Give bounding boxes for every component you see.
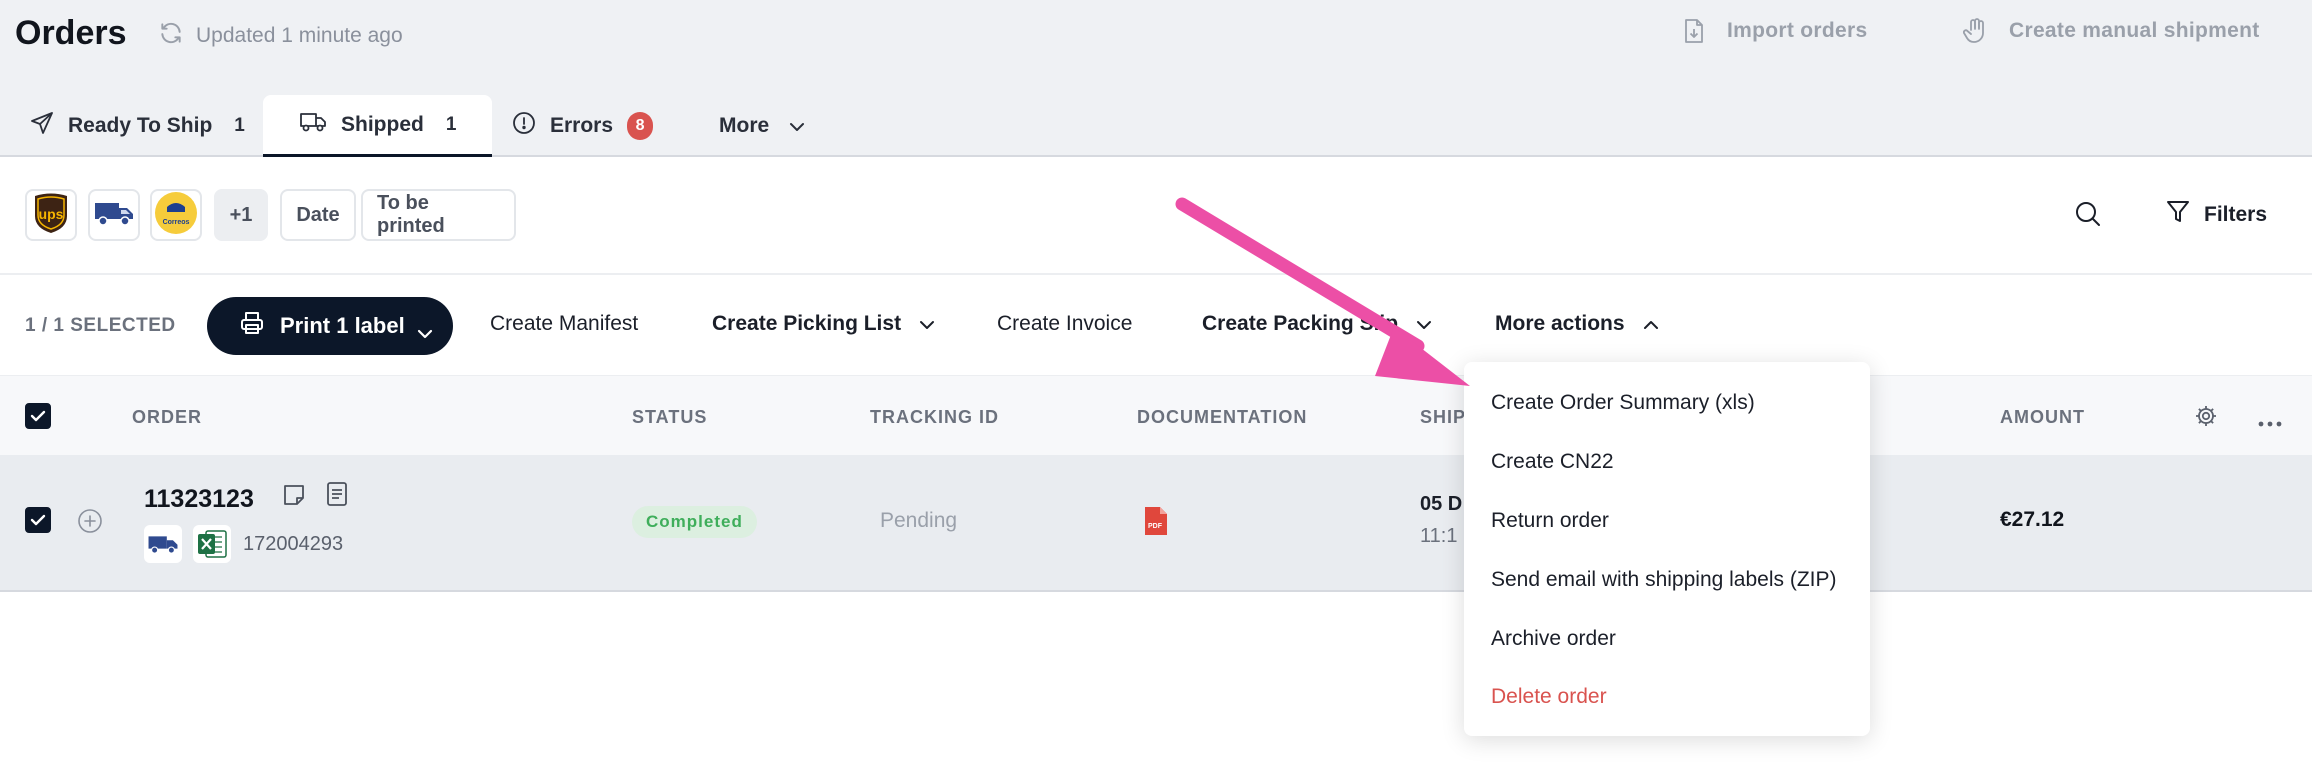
create-packing-slip-label: Create Packing Slip: [1202, 312, 1399, 335]
column-header-amount[interactable]: AMOUNT: [2000, 407, 2085, 428]
svg-text:PDF: PDF: [1148, 523, 1163, 530]
document-icon[interactable]: [326, 481, 348, 512]
error-count-badge: 8: [627, 112, 654, 140]
import-orders-label: Import orders: [1727, 19, 1868, 42]
page-title: Orders: [15, 14, 127, 52]
carrier-filter-correos[interactable]: Correos: [150, 189, 202, 241]
create-picking-list-label: Create Picking List: [712, 312, 902, 335]
to-be-printed-chip[interactable]: To be printed: [361, 189, 516, 241]
create-manifest-button[interactable]: Create Manifest: [490, 312, 638, 336]
menu-item-return-order[interactable]: Return order: [1491, 509, 1609, 533]
alert-circle-icon: [512, 111, 536, 141]
print-label-text: Print 1 label: [280, 313, 405, 338]
order-number[interactable]: 11323123: [144, 485, 254, 514]
carrier-filter-van[interactable]: [88, 189, 140, 241]
delivery-van-icon: [93, 199, 135, 232]
more-options-icon[interactable]: [2258, 414, 2282, 432]
create-invoice-button[interactable]: Create Invoice: [997, 312, 1132, 336]
selected-count: 1 / 1 SELECTED: [25, 315, 176, 336]
truck-icon: [299, 111, 327, 139]
hand-icon: [1963, 18, 1987, 44]
create-manifest-label: Create Manifest: [490, 312, 639, 335]
svg-text:ups: ups: [39, 206, 64, 222]
menu-item-send-email-labels[interactable]: Send email with shipping labels (ZIP): [1491, 568, 1837, 592]
column-header-documentation[interactable]: DOCUMENTATION: [1137, 407, 1307, 428]
svg-text:Correos: Correos: [163, 219, 190, 226]
menu-item-archive-order[interactable]: Archive order: [1491, 627, 1616, 651]
tracking-id: Pending: [880, 509, 958, 532]
column-header-status[interactable]: STATUS: [632, 407, 707, 428]
create-manual-shipment-label: Create manual shipment: [2009, 19, 2260, 42]
tab-more[interactable]: More: [719, 95, 805, 157]
refresh-icon[interactable]: [158, 20, 184, 52]
carrier-filter-ups[interactable]: ups: [25, 189, 77, 241]
table-row[interactable]: 11323123 172004293 Completed Pending PDF…: [0, 455, 2312, 592]
file-import-icon: [1683, 18, 1705, 44]
menu-item-create-cn22[interactable]: Create CN22: [1491, 450, 1614, 474]
row-checkbox[interactable]: [25, 507, 51, 533]
create-manual-shipment-button[interactable]: Create manual shipment: [1963, 18, 2260, 44]
settings-gear-icon[interactable]: [2194, 404, 2218, 433]
bulk-actions-bar: 1 / 1 SELECTED Print 1 label Create Mani…: [0, 273, 2312, 375]
pdf-icon[interactable]: PDF: [1143, 505, 1169, 542]
more-actions-label: More actions: [1495, 312, 1625, 335]
tab-label: Ready To Ship: [68, 114, 213, 137]
print-label-button[interactable]: Print 1 label: [207, 297, 453, 355]
filters-button[interactable]: Filters: [2166, 199, 2267, 231]
filters-label: Filters: [2204, 203, 2268, 226]
column-header-order[interactable]: ORDER: [132, 407, 202, 428]
tab-errors[interactable]: Errors 8: [512, 95, 654, 157]
tab-count: 1: [234, 115, 245, 136]
chevron-down-icon: [919, 312, 935, 336]
tab-label: Shipped: [341, 112, 424, 136]
search-icon[interactable]: [2074, 200, 2102, 233]
updated-text: Updated 1 minute ago: [196, 24, 403, 47]
send-icon: [30, 111, 54, 141]
column-header-ship[interactable]: SHIP: [1420, 407, 1466, 428]
filter-funnel-icon: [2166, 199, 2190, 231]
select-all-checkbox[interactable]: [25, 403, 51, 429]
printer-icon: [240, 311, 264, 341]
status-badge: Completed: [632, 506, 757, 538]
menu-item-create-order-summary[interactable]: Create Order Summary (xls): [1491, 391, 1755, 415]
chevron-down-icon: [1416, 312, 1432, 336]
tab-label: More: [719, 114, 770, 137]
correos-logo-icon: Correos: [154, 191, 198, 240]
date-filter-chip[interactable]: Date: [280, 189, 356, 241]
order-amount: €27.12: [2000, 508, 2065, 531]
menu-item-delete-order[interactable]: Delete order: [1491, 685, 1607, 709]
order-sub-id: 172004293: [243, 533, 344, 555]
import-orders-button[interactable]: Import orders: [1683, 18, 1867, 44]
ship-date: 05 D: [1420, 493, 1463, 515]
page-header: Orders Updated 1 minute ago Import order…: [0, 0, 2312, 157]
more-actions-button[interactable]: More actions: [1495, 312, 1659, 336]
delivery-van-icon: [144, 525, 182, 563]
excel-icon: [193, 525, 231, 563]
chevron-down-icon: [789, 114, 805, 138]
create-packing-slip-button[interactable]: Create Packing Slip: [1202, 312, 1432, 336]
chevron-up-icon: [1643, 312, 1659, 336]
tab-ready-to-ship[interactable]: Ready To Ship 1: [30, 95, 245, 157]
column-header-tracking-id[interactable]: TRACKING ID: [870, 407, 999, 428]
table-header: ORDER STATUS TRACKING ID DOCUMENTATION S…: [0, 375, 2312, 455]
expand-row-icon[interactable]: [77, 508, 103, 539]
tab-shipped[interactable]: Shipped 1: [263, 95, 493, 157]
updated-status: Updated 1 minute ago: [158, 20, 403, 52]
chevron-down-icon[interactable]: [417, 319, 433, 345]
tab-count: 1: [445, 113, 457, 135]
more-carriers-chip[interactable]: +1: [214, 189, 268, 241]
create-picking-list-button[interactable]: Create Picking List: [712, 312, 935, 336]
note-icon[interactable]: [282, 483, 306, 512]
create-invoice-label: Create Invoice: [997, 312, 1133, 335]
ship-time: 11:1: [1420, 525, 1458, 547]
tab-label: Errors: [550, 114, 614, 137]
more-actions-menu: Create Order Summary (xls) Create CN22 R…: [1464, 362, 1870, 736]
ups-logo-icon: ups: [32, 192, 70, 239]
